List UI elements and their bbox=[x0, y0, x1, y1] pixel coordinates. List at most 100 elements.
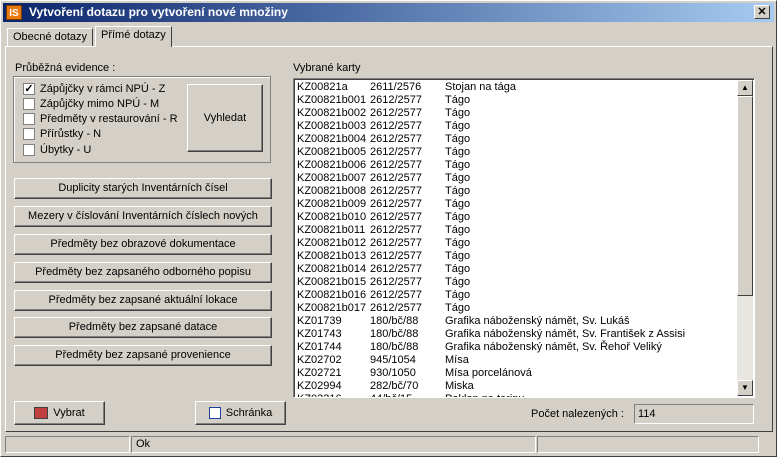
list-item[interactable]: KZ03316 44/bč/15 Poklop na terinu bbox=[297, 393, 737, 397]
inventory-number: 2612/2577 bbox=[370, 289, 422, 301]
list-item[interactable]: KZ00821b009 2612/2577 Tágo bbox=[297, 198, 737, 211]
query-duplicity-button[interactable]: Duplicity starých Inventárních čísel bbox=[14, 178, 272, 199]
inventory-number: 2612/2577 bbox=[370, 94, 422, 106]
list-item[interactable]: KZ00821b006 2612/2577 Tágo bbox=[297, 159, 737, 172]
item-name: Mísa porcelánová bbox=[445, 367, 532, 379]
list-item[interactable]: KZ01739 180/bč/88 Grafika náboženský námět… bbox=[297, 315, 737, 328]
checkbox-prirustky[interactable]: Přírůstky - N bbox=[23, 127, 101, 141]
item-name: Tágo bbox=[445, 120, 471, 132]
close-button[interactable]: ✕ bbox=[754, 5, 770, 19]
checkbox-box[interactable]: ✓ bbox=[23, 83, 35, 95]
query-no-description-button[interactable]: Předměty bez zapsaného odborného popisu bbox=[14, 262, 272, 283]
list-item[interactable]: KZ02721 930/1050 Mísa porcelánová bbox=[297, 367, 737, 380]
item-name: Tágo bbox=[445, 146, 471, 158]
card-code: KZ02702 bbox=[297, 354, 342, 366]
checkbox-box[interactable] bbox=[23, 98, 35, 110]
query-no-provenance-button[interactable]: Předměty bez zapsané provenience bbox=[14, 345, 272, 366]
count-label: Počet nalezených : bbox=[531, 408, 624, 420]
inventory-number: 2612/2577 bbox=[370, 224, 422, 236]
list-item[interactable]: KZ00821b008 2612/2577 Tágo bbox=[297, 185, 737, 198]
search-button[interactable]: Vyhledat bbox=[187, 84, 263, 152]
scroll-thumb[interactable] bbox=[737, 96, 753, 296]
item-name: Tágo bbox=[445, 94, 471, 106]
list-item[interactable]: KZ02702 945/1054 Mísa bbox=[297, 354, 737, 367]
item-name: Tágo bbox=[445, 263, 471, 275]
query-mezery-button[interactable]: Mezery v číslování Inventárních číslech … bbox=[14, 206, 272, 227]
list-item[interactable]: KZ00821b011 2612/2577 Tágo bbox=[297, 224, 737, 237]
select-icon bbox=[34, 407, 49, 420]
list-item[interactable]: KZ00821b017 2612/2577 Tágo bbox=[297, 302, 737, 315]
checkbox-zapujcky-mimo[interactable]: Zápůjčky mimo NPÚ - M bbox=[23, 97, 159, 111]
checkbox-zapujcky-npu[interactable]: ✓ Zápůjčky v rámci NPÚ - Z bbox=[23, 82, 165, 96]
select-button[interactable]: Vybrat bbox=[14, 401, 105, 425]
count-field: 114 bbox=[634, 404, 754, 424]
list-item[interactable]: KZ00821b005 2612/2577 Tágo bbox=[297, 146, 737, 159]
inventory-number: 180/bč/88 bbox=[370, 328, 419, 340]
card-code: KZ00821b017 bbox=[297, 302, 367, 314]
checkbox-box[interactable] bbox=[23, 144, 35, 156]
list-item[interactable]: KZ00821a 2611/2576 Stojan na tága bbox=[297, 81, 737, 94]
list-item[interactable]: KZ00821b001 2612/2577 Tágo bbox=[297, 94, 737, 107]
arrow-up-icon: ▲ bbox=[741, 83, 749, 92]
list-item[interactable]: KZ01744 180/bč/88 Grafika náboženský námět… bbox=[297, 341, 737, 354]
item-name: Tágo bbox=[445, 276, 471, 288]
arrow-down-icon: ▼ bbox=[741, 383, 749, 392]
card-code: KZ00821b002 bbox=[297, 107, 367, 119]
item-name: Mísa bbox=[445, 354, 469, 366]
list-item[interactable]: KZ00821b007 2612/2577 Tágo bbox=[297, 172, 737, 185]
list-item[interactable]: KZ01743 180/bč/88 Grafika náboženský námět… bbox=[297, 328, 737, 341]
scroll-up-button[interactable]: ▲ bbox=[737, 80, 753, 96]
card-code: KZ00821a bbox=[297, 81, 348, 93]
list-item[interactable]: KZ00821b003 2612/2577 Tágo bbox=[297, 120, 737, 133]
list-item[interactable]: KZ02994 282/bč/70 Miska bbox=[297, 380, 737, 393]
clipboard-button[interactable]: Schránka bbox=[195, 401, 286, 425]
checkbox-box[interactable] bbox=[23, 128, 35, 140]
checkbox-ubytky[interactable]: Úbytky - U bbox=[23, 143, 91, 157]
card-code: KZ00821b012 bbox=[297, 237, 367, 249]
checkbox-restaurovani[interactable]: Předměty v restaurování - R bbox=[23, 112, 178, 126]
title-bar[interactable]: IS Vytvoření dotazu pro vytvoření nové m… bbox=[3, 3, 774, 22]
list-item[interactable]: KZ00821b012 2612/2577 Tágo bbox=[297, 237, 737, 250]
query-no-dating-button[interactable]: Předměty bez zapsané datace bbox=[14, 317, 272, 338]
dialog-window: IS Vytvoření dotazu pro vytvoření nové m… bbox=[0, 0, 777, 457]
checkbox-label: Přírůstky - N bbox=[40, 128, 102, 140]
card-code: KZ00821b007 bbox=[297, 172, 367, 184]
button-label: Předměty bez zapsaného odborného popisu bbox=[35, 266, 251, 278]
inventory-number: 2612/2577 bbox=[370, 133, 422, 145]
query-no-location-button[interactable]: Předměty bez zapsané aktuální lokace bbox=[14, 290, 272, 311]
inventory-number: 2612/2577 bbox=[370, 237, 422, 249]
tab-prime-dotazy[interactable]: Přímé dotazy bbox=[95, 26, 172, 47]
checkbox-box[interactable] bbox=[23, 113, 35, 125]
item-name: Tágo bbox=[445, 159, 471, 171]
list-item[interactable]: KZ00821b002 2612/2577 Tágo bbox=[297, 107, 737, 120]
item-name: Grafika náboženský námět, Sv. Lukáš bbox=[445, 315, 630, 327]
list-item[interactable]: KZ00821b016 2612/2577 Tágo bbox=[297, 289, 737, 302]
item-name: Tágo bbox=[445, 289, 471, 301]
scroll-down-button[interactable]: ▼ bbox=[737, 380, 753, 396]
list-item[interactable]: KZ00821b013 2612/2577 Tágo bbox=[297, 250, 737, 263]
status-text: Ok bbox=[131, 436, 536, 453]
card-code: KZ00821b003 bbox=[297, 120, 367, 132]
button-label: Vybrat bbox=[53, 407, 85, 419]
list-scrollbar[interactable]: ▲ ▼ bbox=[737, 80, 753, 396]
evidence-label: Průběžná evidence : bbox=[15, 62, 116, 74]
tab-obecne-dotazy[interactable]: Obecné dotazy bbox=[7, 28, 93, 46]
inventory-number: 180/bč/88 bbox=[370, 315, 419, 327]
card-code: KZ00821b016 bbox=[297, 289, 367, 301]
item-name: Miska bbox=[445, 380, 474, 392]
checkbox-label: Předměty v restaurování - R bbox=[40, 113, 178, 125]
selected-cards-list[interactable]: KZ00821a 2611/2576 Stojan na tága KZ00821b0… bbox=[293, 78, 755, 398]
button-label: Předměty bez zapsané datace bbox=[68, 321, 218, 333]
inventory-number: 2612/2577 bbox=[370, 172, 422, 184]
inventory-number: 2612/2577 bbox=[370, 146, 422, 158]
inventory-number: 282/bč/70 bbox=[370, 380, 419, 392]
list-item[interactable]: KZ00821b004 2612/2577 Tágo bbox=[297, 133, 737, 146]
list-item[interactable]: KZ00821b015 2612/2577 Tágo bbox=[297, 276, 737, 289]
list-item[interactable]: KZ00821b014 2612/2577 Tágo bbox=[297, 263, 737, 276]
list-item[interactable]: KZ00821b010 2612/2577 Tágo bbox=[297, 211, 737, 224]
card-code: KZ01739 bbox=[297, 315, 342, 327]
query-no-image-button[interactable]: Předměty bez obrazové dokumentace bbox=[14, 234, 272, 255]
item-name: Tágo bbox=[445, 198, 471, 210]
card-code: KZ01744 bbox=[297, 341, 342, 353]
item-name: Tágo bbox=[445, 185, 471, 197]
